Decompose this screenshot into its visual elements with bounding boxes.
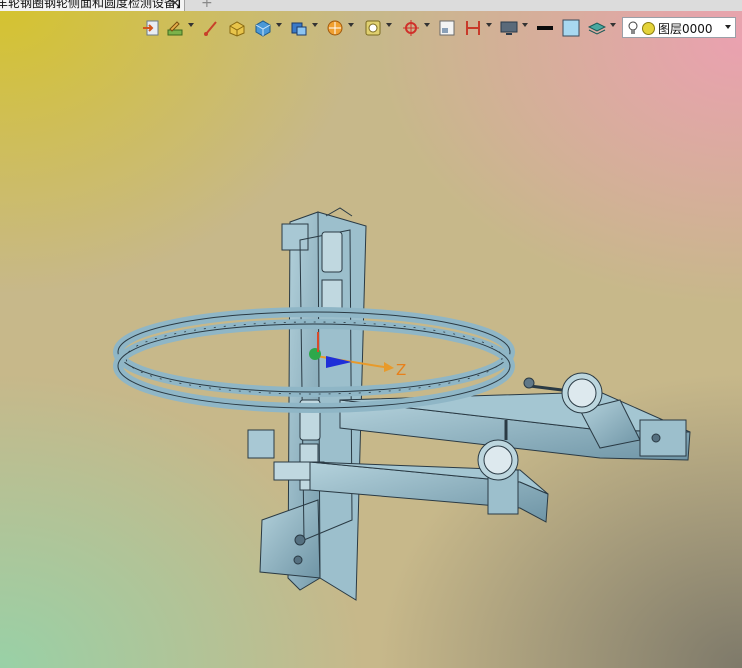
- cad-model[interactable]: Z: [0, 0, 742, 668]
- z-axis-label: Z: [396, 361, 406, 379]
